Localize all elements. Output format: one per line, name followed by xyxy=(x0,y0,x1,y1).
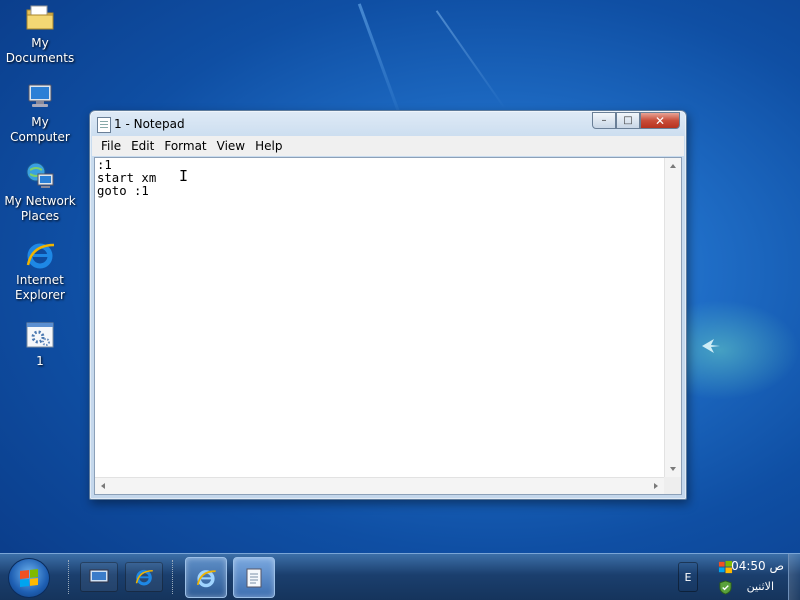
show-desktop-icon xyxy=(89,569,109,583)
menu-help[interactable]: Help xyxy=(250,139,287,153)
menu-edit[interactable]: Edit xyxy=(126,139,159,153)
close-button[interactable]: ✕ xyxy=(640,112,680,129)
network-icon xyxy=(26,162,54,188)
desktop-icon-internet-explorer[interactable]: Internet Explorer xyxy=(0,239,80,303)
text-cursor-icon: I xyxy=(179,167,189,185)
window-title: 1 - Notepad xyxy=(114,117,185,131)
wallpaper-streak xyxy=(357,3,406,127)
desktop-icon-my-documents[interactable]: My Documents xyxy=(0,2,80,66)
size-grip[interactable] xyxy=(664,477,681,494)
menu-file[interactable]: File xyxy=(96,139,126,153)
desktop-icon-my-computer[interactable]: My Computer xyxy=(0,81,80,145)
taskbar-button-internet-explorer[interactable] xyxy=(185,557,227,598)
show-desktop-button[interactable] xyxy=(788,554,800,600)
scroll-left-icon[interactable] xyxy=(101,483,105,489)
start-button[interactable] xyxy=(8,558,50,598)
windows-logo-icon xyxy=(20,569,38,587)
desktop-icon-label: Explorer xyxy=(15,288,65,302)
folder-icon xyxy=(26,5,54,30)
clock-day[interactable]: الاثنين xyxy=(747,580,774,593)
text-content[interactable]: :1 start xm goto :1 xyxy=(95,158,664,477)
caption-buttons: – □ ✕ xyxy=(592,112,680,129)
desktop-icon-label: My Computer xyxy=(10,115,70,144)
notepad-icon xyxy=(97,117,111,133)
desktop-icon-label: 1 xyxy=(36,354,44,368)
internet-explorer-icon xyxy=(196,569,216,587)
internet-explorer-icon xyxy=(135,569,153,586)
taskbar-button-notepad[interactable] xyxy=(233,557,275,598)
quick-launch-internet-explorer[interactable] xyxy=(125,562,163,592)
scroll-up-icon[interactable] xyxy=(670,164,676,168)
notepad-icon xyxy=(246,568,262,587)
desktop-icon-label: My Network xyxy=(4,194,76,208)
desktop-icon-my-network-places[interactable]: My Network Places xyxy=(0,160,80,224)
scroll-right-icon[interactable] xyxy=(654,483,658,489)
horizontal-scrollbar[interactable] xyxy=(95,477,664,494)
menu-format[interactable]: Format xyxy=(159,139,211,153)
security-shield-icon[interactable] xyxy=(718,580,733,595)
taskbar: E 04:50 ص الاثنين xyxy=(0,553,800,600)
quick-launch-separator xyxy=(172,560,175,594)
desktop-icon-label: Places xyxy=(20,209,60,223)
desktop-icon-label: Internet xyxy=(16,273,64,287)
maximize-button[interactable]: □ xyxy=(616,112,640,129)
batch-file-icon xyxy=(26,322,54,348)
notepad-window[interactable]: 1 - Notepad – □ ✕ File Edit Format View … xyxy=(89,110,687,500)
tray-expand-button[interactable]: E xyxy=(678,562,698,592)
vertical-scrollbar[interactable] xyxy=(664,158,681,477)
scroll-down-icon[interactable] xyxy=(670,467,676,471)
internet-explorer-icon xyxy=(26,243,55,269)
desktop-icon-label: My xyxy=(31,36,49,50)
minimize-button[interactable]: – xyxy=(592,112,616,129)
system-tray: 04:50 ص الاثنين xyxy=(706,554,800,600)
editor-area[interactable]: :1 start xm goto :1 I xyxy=(94,157,682,495)
wallpaper-streak xyxy=(435,10,507,110)
wallpaper-bird-shape xyxy=(702,339,720,353)
desktop-icon-batch-file[interactable]: 1 xyxy=(0,320,80,369)
menu-view[interactable]: View xyxy=(212,139,250,153)
desktop-icon-label: Documents xyxy=(5,51,75,65)
menu-bar: File Edit Format View Help xyxy=(92,136,684,156)
quick-launch-separator xyxy=(68,560,71,594)
window-titlebar[interactable]: 1 - Notepad – □ ✕ xyxy=(90,111,686,137)
quick-launch-show-desktop[interactable] xyxy=(80,562,118,592)
clock-time[interactable]: 04:50 ص xyxy=(731,559,784,573)
computer-icon xyxy=(28,84,52,107)
